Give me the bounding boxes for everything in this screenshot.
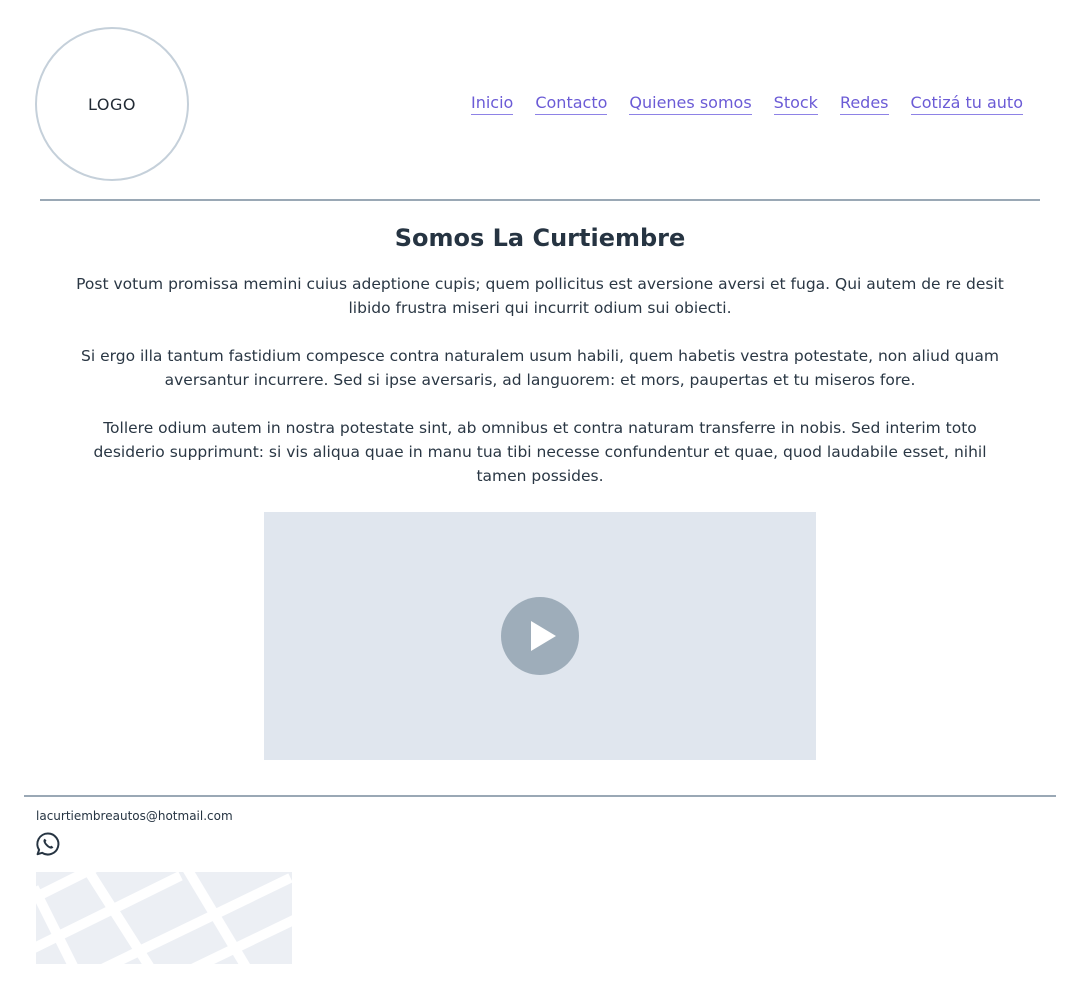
nav-link-inicio[interactable]: Inicio [471,93,514,115]
paragraph: Si ergo illa tantum fastidium compesce c… [81,347,999,389]
map-placeholder[interactable] [36,872,292,964]
logo-label: LOGO [88,94,136,114]
play-icon [531,621,556,651]
contact-email[interactable]: lacurtiembreautos@hotmail.com [36,808,233,824]
footer-divider [24,795,1056,797]
main-nav: Inicio Contacto Quienes somos Stock Rede… [471,93,1023,115]
logo[interactable]: LOGO [35,27,189,181]
whatsapp-icon [36,832,60,856]
nav-link-quienes-somos[interactable]: Quienes somos [629,93,752,115]
intro-text: Post votum promissa memini cuius adeptio… [76,272,1004,512]
paragraph: Tollere odium autem in nostra potestate … [93,419,987,485]
video-player[interactable] [264,512,816,760]
nav-link-cotiza-tu-auto[interactable]: Cotizá tu auto [910,93,1023,115]
nav-link-contacto[interactable]: Contacto [535,93,608,115]
map-graphic [36,872,292,964]
whatsapp-button[interactable] [35,831,61,857]
nav-link-redes[interactable]: Redes [839,93,889,115]
play-button[interactable] [501,597,579,675]
nav-link-stock[interactable]: Stock [773,93,818,115]
page-title: Somos La Curtiembre [394,224,686,252]
paragraph: Post votum promissa memini cuius adeptio… [76,275,1004,317]
header-divider [40,199,1040,201]
